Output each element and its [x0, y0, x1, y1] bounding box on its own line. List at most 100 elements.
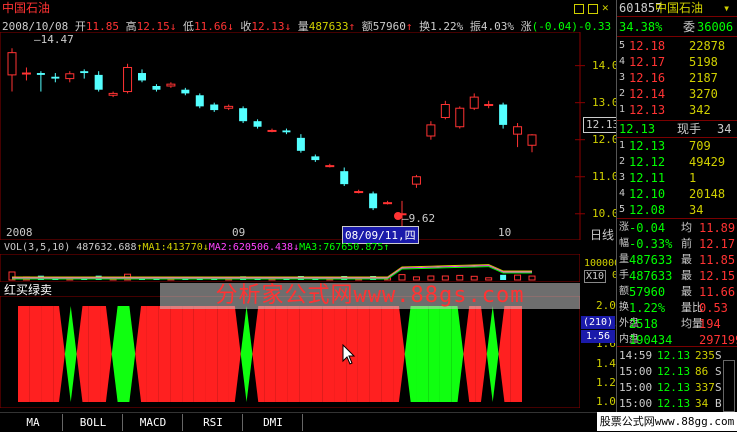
buy-price: 12.13 [629, 139, 666, 153]
stat-row: 手 487633 最 12.15 [617, 268, 737, 284]
current-price-tag-value: 12.13 [586, 118, 620, 131]
signal-block [146, 306, 159, 402]
vol-y-tick: 100000 [584, 258, 621, 269]
stat-label: 量 [619, 254, 629, 265]
buy-row: 4 12.10 20148 [617, 186, 737, 202]
signal-block [205, 306, 218, 402]
minimize-icon[interactable] [574, 4, 584, 14]
sell-vol: 22878 [689, 39, 726, 53]
sell-price: 12.17 [629, 55, 666, 69]
tick-price: 12.13 [657, 349, 691, 362]
candle-body [325, 165, 335, 168]
stat-value-2: 194 [699, 317, 721, 331]
buy-row: 5 12.08 34 [617, 202, 737, 218]
low-point-dot [394, 212, 402, 220]
stat-row: 额 57960 最 11.66 [617, 284, 737, 300]
signal-block [428, 306, 440, 402]
stat-value-2: 0.53 [699, 301, 728, 315]
tick-vol: 86 [695, 365, 709, 378]
volume-bar [441, 275, 449, 281]
period-label[interactable]: 日线 [590, 226, 614, 243]
stat-label-2: 前 [681, 237, 692, 250]
sell-level: 1 [619, 104, 626, 115]
chart-area[interactable]: 中国石油 2008/10/08 开11.85 高12.15↓ 低11.66↓ 收… [0, 0, 625, 412]
signal-block [170, 306, 183, 402]
stat-value: 1.22% [629, 301, 666, 315]
vol-unit-label: X10 [584, 270, 607, 283]
volume-bar [528, 275, 536, 281]
close-icon[interactable]: ✕ [602, 2, 609, 14]
buy-price: 12.08 [629, 203, 666, 217]
date-axis: 2008 09 10 08/09/11,四 [0, 226, 580, 244]
stat-row: 换 1.22% 量比 0.53 [617, 300, 737, 316]
candle-body [311, 156, 320, 161]
price-chart[interactable] [0, 32, 616, 240]
tick-time: 15:00 [619, 365, 653, 378]
signal-block [287, 306, 300, 402]
candle-body [123, 66, 133, 93]
candle-body [138, 73, 146, 81]
candle-body [282, 130, 291, 133]
candle-body [383, 202, 393, 205]
window-controls: ✕ [574, 2, 614, 16]
stat-value-2: 11.89 [699, 221, 736, 235]
buy-level: 4 [619, 188, 626, 199]
volume-header: VOL(3,5,10) 487632.688↑MA1:413770↓MA2:62… [4, 242, 390, 253]
buy-level: 2 [619, 156, 626, 167]
sell-price: 12.13 [629, 103, 666, 117]
dropdown-icon[interactable]: ▾ [723, 0, 730, 16]
indicator-name: 红买绿卖 [4, 283, 53, 297]
stat-value: -0.33% [629, 237, 673, 251]
candle-body [195, 95, 204, 107]
restore-icon[interactable] [588, 4, 598, 14]
tab-macd[interactable]: MACD [124, 414, 183, 431]
tick-vol: 235 [695, 349, 715, 362]
signal-block [369, 306, 382, 402]
sell-vol: 342 [689, 103, 711, 117]
high-marker: —14.47 [34, 33, 74, 46]
sell-row: 5 12.18 22878 [617, 38, 737, 54]
candle-body [513, 126, 523, 135]
candle-body [527, 134, 537, 146]
tab-boll[interactable]: BOLL [64, 414, 123, 431]
candle-body [484, 104, 494, 107]
sell-level: 3 [619, 72, 626, 83]
buy-level: 3 [619, 172, 626, 183]
candle-body [440, 104, 450, 118]
candle-body [36, 73, 45, 75]
stat-label: 手 [619, 270, 629, 281]
tick-row: 15:00 12.13 34 B [617, 396, 737, 412]
signal-block [381, 306, 394, 402]
stat-value-2: 11.85 [699, 253, 736, 267]
indicator-chart[interactable] [0, 296, 580, 408]
wei-bi-row: 34.38% 委 36006 [617, 19, 737, 35]
tab-rsi[interactable]: RSI [184, 414, 243, 431]
candle-body [152, 86, 161, 90]
buy-vol: 1 [689, 171, 697, 185]
buy-vol: 20148 [689, 187, 726, 201]
candle-body [296, 137, 305, 151]
stat-label-2: 最 [681, 253, 692, 266]
tab-ma[interactable]: MA [4, 414, 63, 431]
now-label: 现手 [677, 122, 702, 136]
candle-body [108, 92, 118, 96]
tick-vol: 34 [695, 397, 709, 410]
tick-flag: B [715, 397, 722, 410]
signal-block [88, 306, 101, 402]
sell-row: 4 12.17 5198 [617, 54, 737, 70]
sell-level: 5 [619, 40, 626, 51]
ma1-value: 413770 [166, 242, 203, 253]
tick-scrollbar[interactable] [723, 360, 735, 412]
ma2-label: MA2: [208, 242, 233, 253]
signal-block [182, 306, 194, 402]
tick-time: 14:59 [619, 349, 653, 362]
tick-time: 15:00 [619, 397, 653, 410]
buy-row: 2 12.12 49429 [617, 154, 737, 170]
stat-value-2: 12.15 [699, 269, 736, 283]
sell-price: 12.16 [629, 71, 666, 85]
price-chart-frame [0, 32, 581, 240]
buy-vol: 709 [689, 139, 711, 153]
tab-dmi[interactable]: DMI [244, 414, 303, 431]
footer-brand: 股票公式网www.88gg.com [597, 412, 737, 431]
volume-chart[interactable] [0, 254, 580, 282]
